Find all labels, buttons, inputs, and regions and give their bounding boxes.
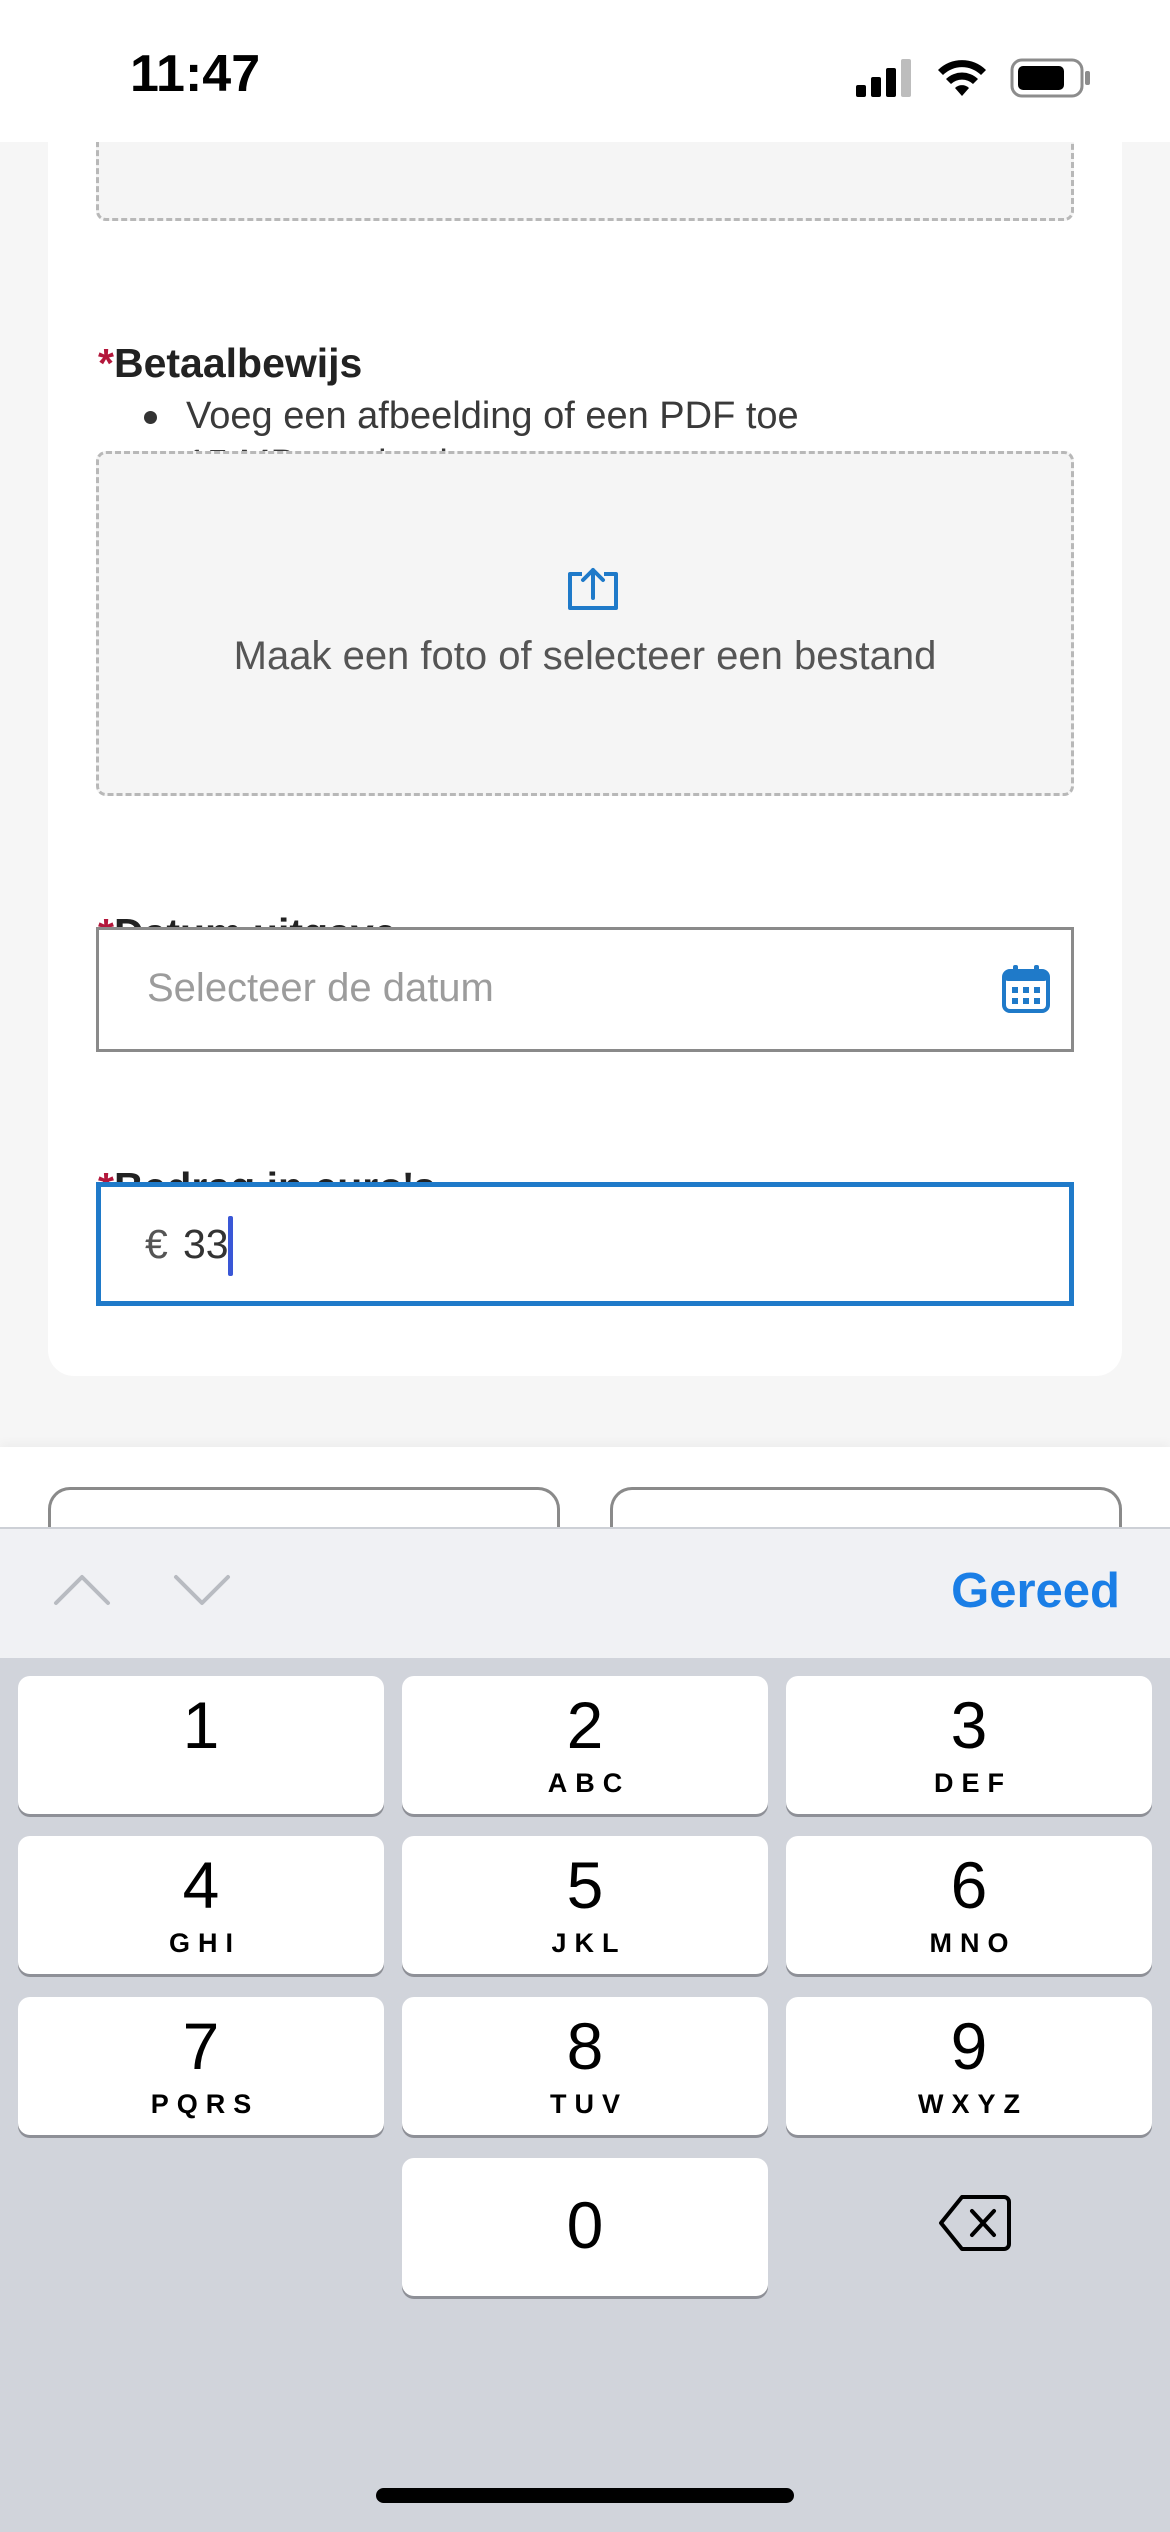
key-5[interactable]: 5 JKL [402,1836,768,1974]
key-7[interactable]: 7 PQRS [18,1997,384,2135]
key-digit: 4 [182,1848,220,1922]
numeric-keypad: 1 2 ABC 3 DEF 4 GHI 5 JKL 6 MNO 7 PQRS 8… [0,1658,1170,2532]
chevron-up-icon[interactable] [52,1569,112,1609]
key-letters: JKL [551,1928,627,1958]
key-digit: 8 [566,2009,604,2083]
key-digit: 7 [182,2009,220,2083]
key-0[interactable]: 0 [402,2158,768,2296]
key-digit: 2 [566,1688,604,1762]
key-letters: DEF [934,1768,1012,1798]
key-9[interactable]: 9 WXYZ [786,1997,1152,2135]
backspace-icon[interactable] [938,2193,1012,2253]
battery-icon [1010,58,1090,98]
key-letters: ABC [547,1768,631,1798]
payment-proof-dropzone[interactable]: Maak een foto of selecteer een bestand [96,451,1074,796]
required-marker: * [98,340,114,386]
key-letters: MNO [929,1928,1017,1958]
key-letters: GHI [168,1928,241,1958]
key-1[interactable]: 1 [18,1676,384,1814]
amount-input[interactable]: € 33 [96,1182,1074,1306]
home-indicator[interactable] [376,2488,794,2503]
key-letters: PQRS [150,2089,260,2119]
previous-upload-dropzone[interactable] [96,142,1074,221]
keyboard-accessory-bar: Gereed [0,1527,1170,1658]
key-4[interactable]: 4 GHI [18,1836,384,1974]
chevron-down-icon[interactable] [172,1569,232,1609]
cellular-signal-icon [856,59,911,97]
upload-share-icon [568,568,618,610]
expense-date-field[interactable]: Selecteer de datum [96,927,1074,1052]
key-6[interactable]: 6 MNO [786,1836,1152,1974]
action-bar [0,1447,1170,1527]
key-digit: 5 [566,1848,604,1922]
key-digit: 3 [950,1688,988,1762]
key-digit: 9 [950,2009,988,2083]
expense-date-placeholder: Selecteer de datum [147,966,494,1010]
wifi-icon [938,60,986,96]
payment-proof-label-text: Betaalbewijs [113,340,363,386]
form-card: *Betaalbewijs Voeg een afbeelding of een… [48,142,1122,1376]
amount-value: 33 [183,1221,229,1267]
key-letters: WXYZ [918,2089,1028,2119]
key-3[interactable]: 3 DEF [786,1676,1152,1814]
key-8[interactable]: 8 TUV [402,1997,768,2135]
hint-item: Voeg een afbeelding of een PDF toe [138,392,799,440]
status-bar: 11:47 [0,0,1170,142]
primary-action-button[interactable] [610,1487,1122,1527]
calendar-icon[interactable] [1001,964,1051,1014]
key-2[interactable]: 2 ABC [402,1676,768,1814]
key-digit: 6 [950,1848,988,1922]
form-scroll-area[interactable]: *Betaalbewijs Voeg een afbeelding of een… [0,142,1170,1527]
payment-proof-label: *Betaalbewijs [98,340,362,387]
done-button[interactable]: Gereed [951,1563,1120,1619]
key-digit: 1 [182,1688,220,1762]
key-digit: 0 [566,2188,604,2262]
currency-symbol: € [145,1221,168,1267]
upload-instruction: Maak een foto of selecteer een bestand [233,634,937,678]
status-icons [856,56,1092,100]
status-time: 11:47 [130,45,261,103]
secondary-action-button[interactable] [48,1487,560,1527]
text-caret [228,1216,233,1276]
key-letters: TUV [550,2089,628,2119]
